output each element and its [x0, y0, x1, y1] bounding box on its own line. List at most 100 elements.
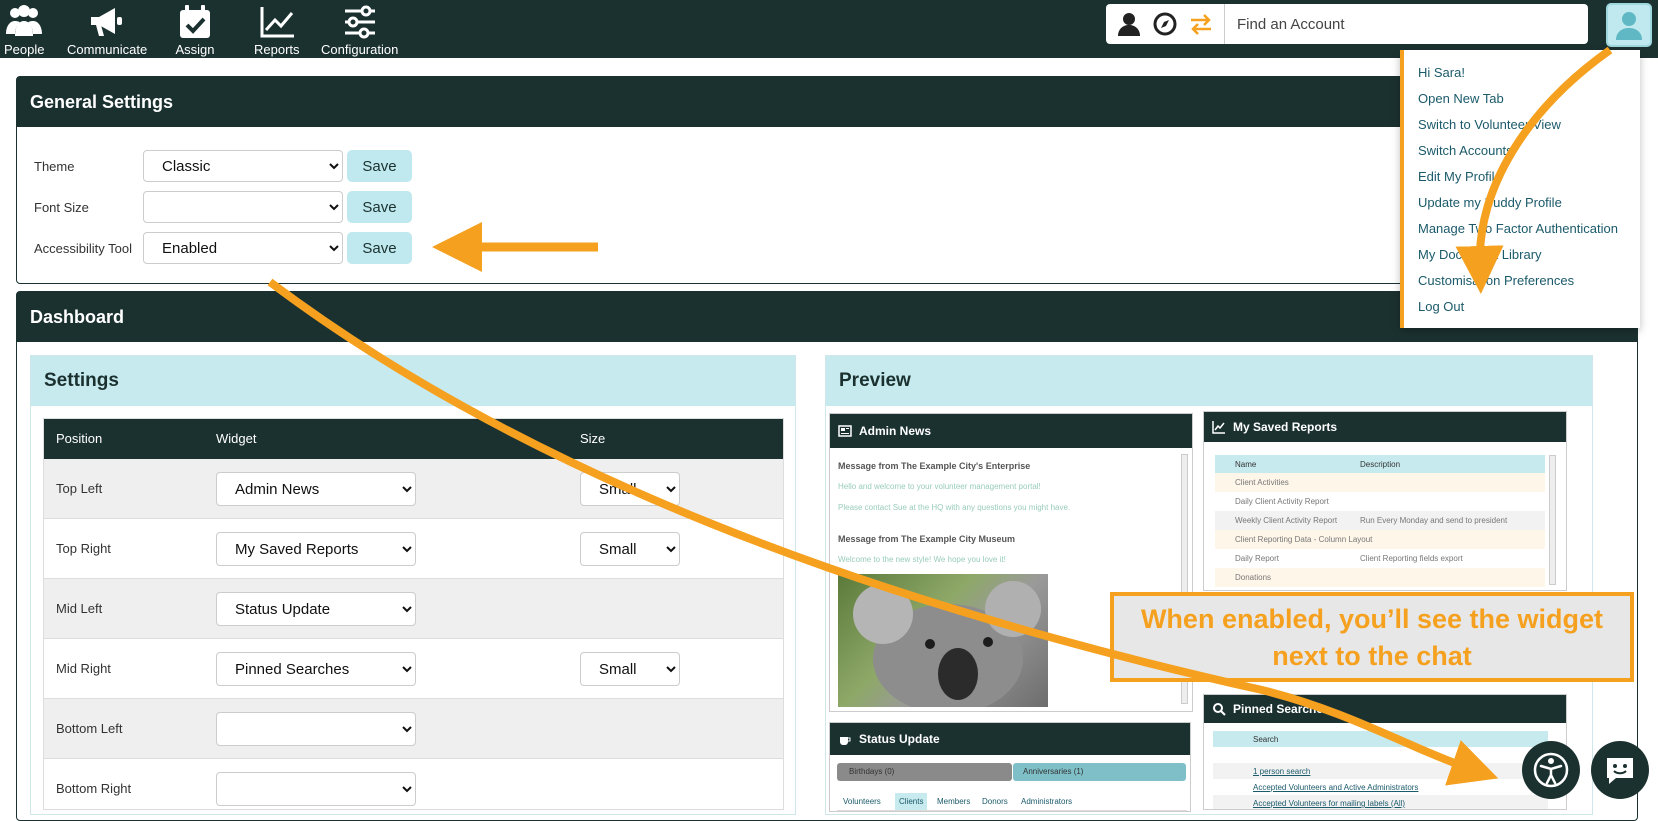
anniversaries-badge[interactable]: Anniversaries (1)	[1013, 763, 1186, 781]
table-row: Accepted Volunteers for mailing labels (…	[1213, 795, 1548, 809]
widget-select[interactable]: Pinned Searches	[216, 652, 416, 686]
menu-update-buddy-profile[interactable]: Update my Buddy Profile	[1418, 195, 1562, 210]
reports-scrollbar[interactable]	[1549, 455, 1556, 585]
dashboard-title: Dashboard	[17, 292, 1637, 342]
accessibility-tool-save-button[interactable]: Save	[347, 232, 412, 264]
accessibility-tool-row: Accessibility Tool Enabled Save	[17, 231, 1637, 265]
callout-line: When enabled, you’ll see the widget	[1140, 604, 1604, 634]
widget-select[interactable]: Status Update	[216, 592, 416, 626]
theme-label: Theme	[34, 158, 75, 174]
row-position: Mid Right	[56, 661, 111, 676]
size-select[interactable]: Small	[580, 532, 680, 566]
menu-manage-two-factor[interactable]: Manage Two Factor Authentication	[1418, 221, 1618, 236]
line-chart-icon	[260, 7, 294, 38]
nav-communicate[interactable]: Communicate	[67, 4, 147, 57]
tab-administrators[interactable]: Administrators	[1021, 797, 1072, 806]
table-row	[1213, 747, 1548, 763]
menu-open-new-tab[interactable]: Open New Tab	[1418, 91, 1504, 106]
nav-label: Assign	[175, 42, 215, 57]
table-row: Bottom Right	[44, 759, 783, 809]
status-update-header: Status Update	[830, 723, 1190, 755]
row-position: Bottom Left	[56, 721, 123, 736]
row-position: Mid Left	[56, 601, 103, 616]
menu-switch-volunteer-view[interactable]: Switch to Volunteer View	[1418, 117, 1561, 132]
size-select[interactable]: Small	[580, 652, 680, 686]
pinned-searches-widget: Pinned Searches Search 1 person search A…	[1203, 694, 1567, 810]
newspaper-icon	[838, 425, 852, 437]
table-row: Top Right My Saved Reports Small	[44, 519, 783, 579]
admin-news-title: Admin News	[859, 424, 932, 438]
swap-arrows-icon[interactable]	[1188, 11, 1214, 37]
news-message-line: Hello and welcome to your volunteer mana…	[838, 482, 1041, 491]
annotation-callout: When enabled, you’ll see the widget next…	[1110, 592, 1634, 682]
widget-select[interactable]: My Saved Reports	[216, 532, 416, 566]
report-name: Daily Report	[1235, 554, 1280, 563]
pinned-table-body: 1 person search Accepted Volunteers and …	[1213, 747, 1548, 809]
size-select[interactable]: Small	[580, 472, 680, 506]
user-menu-button[interactable]	[1606, 3, 1652, 47]
menu-switch-accounts[interactable]: Switch Accounts	[1418, 143, 1513, 158]
widget-select[interactable]: Admin News	[216, 472, 416, 506]
widget-select[interactable]	[216, 772, 416, 806]
tab-donors[interactable]: Donors	[982, 797, 1008, 806]
column-size: Size	[580, 431, 606, 446]
pinned-search-link[interactable]: 1 person search	[1253, 767, 1310, 776]
menu-edit-profile[interactable]: Edit My Profile	[1418, 169, 1502, 184]
row-position: Bottom Right	[56, 781, 132, 796]
nav-people[interactable]: People	[4, 4, 44, 57]
pinned-table-header: Search	[1213, 731, 1548, 747]
user-icon[interactable]	[1116, 11, 1142, 37]
menu-greeting: Hi Sara!	[1418, 65, 1465, 80]
table-row: Client Activities	[1215, 473, 1545, 492]
dashboard-preview-title: Preview	[826, 356, 1592, 406]
nav-configuration[interactable]: Configuration	[321, 4, 398, 57]
nav-label: Configuration	[321, 42, 399, 57]
theme-select[interactable]: Classic	[143, 150, 343, 182]
report-description: Run Every Monday and send to president	[1360, 516, 1508, 525]
news-message-title: Message from The Example City's Enterpri…	[838, 461, 1031, 471]
search-icon	[1213, 703, 1226, 716]
pinned-search-link[interactable]: Accepted Volunteers and Active Administr…	[1253, 783, 1418, 792]
menu-log-out[interactable]: Log Out	[1418, 299, 1464, 314]
line-chart-icon	[1212, 421, 1225, 434]
report-name: Weekly Client Activity Report	[1235, 516, 1338, 525]
font-size-save-button[interactable]: Save	[347, 191, 412, 223]
admin-news-header: Admin News	[830, 414, 1192, 448]
tab-members[interactable]: Members	[937, 797, 970, 806]
reports-table-header: Name Description	[1215, 455, 1545, 473]
table-row: Mid Left Status Update	[44, 579, 783, 639]
anniversaries-label: Anniversaries (1)	[1023, 767, 1084, 776]
nav-assign[interactable]: Assign	[175, 4, 215, 57]
table-row: Donations	[1215, 568, 1545, 587]
menu-document-library[interactable]: My Document Library	[1418, 247, 1542, 262]
font-size-select[interactable]	[143, 191, 343, 223]
menu-customisation-preferences[interactable]: Customisation Preferences	[1418, 273, 1574, 288]
saved-reports-widget: My Saved Reports Name Description Client…	[1203, 411, 1567, 591]
find-account-input[interactable]	[1225, 4, 1588, 44]
koala-image	[838, 574, 1048, 711]
reports-table-body: Client Activities Daily Client Activity …	[1215, 473, 1545, 587]
chat-icon	[1607, 758, 1633, 784]
status-tabs: Volunteers Clients Members Donors Admini…	[837, 791, 1187, 811]
accessibility-widget-button[interactable]	[1522, 741, 1580, 799]
reports-col-description: Description	[1360, 460, 1401, 469]
accessibility-icon	[1533, 752, 1569, 788]
tab-volunteers[interactable]: Volunteers	[843, 797, 881, 806]
compass-icon[interactable]	[1152, 11, 1178, 37]
dashboard-settings-title: Settings	[31, 356, 795, 406]
birthdays-badge[interactable]: Birthdays (0)	[837, 763, 1012, 781]
nav-label: People	[4, 42, 45, 57]
nav-reports[interactable]: Reports	[254, 4, 300, 57]
coffee-cup-icon	[840, 737, 851, 745]
report-name: Donations	[1235, 573, 1272, 582]
pinned-search-link[interactable]: Accepted Volunteers for mailing labels (…	[1253, 799, 1405, 808]
tab-clients[interactable]: Clients	[895, 793, 928, 810]
widget-select[interactable]	[216, 712, 416, 746]
accessibility-tool-select[interactable]: Enabled	[143, 232, 343, 264]
row-position: Top Right	[56, 541, 111, 556]
theme-save-button[interactable]: Save	[347, 150, 412, 182]
reports-col-name: Name	[1235, 460, 1257, 469]
column-widget: Widget	[216, 431, 257, 446]
chat-button[interactable]	[1591, 741, 1649, 799]
font-size-label: Font Size	[34, 199, 89, 215]
